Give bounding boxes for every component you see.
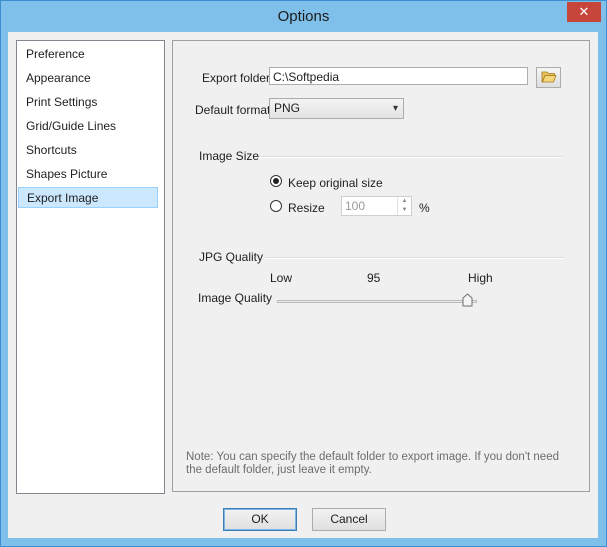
chevron-down-icon: ▾ bbox=[392, 103, 398, 114]
image-size-divider bbox=[259, 156, 563, 158]
keep-original-size-label[interactable]: Keep original size bbox=[288, 176, 383, 190]
image-size-group-label: Image Size bbox=[199, 149, 260, 163]
ok-button[interactable]: OK bbox=[223, 508, 297, 531]
resize-unit-label: % bbox=[419, 201, 430, 215]
title-bar[interactable]: Options ✕ bbox=[1, 1, 606, 31]
default-format-value: PNG bbox=[274, 101, 301, 115]
close-button[interactable]: ✕ bbox=[567, 2, 601, 22]
spin-up-icon: ▲ bbox=[401, 198, 408, 204]
default-format-label: Default format bbox=[195, 103, 271, 117]
jpg-quality-divider bbox=[265, 257, 563, 259]
cancel-button[interactable]: Cancel bbox=[312, 508, 386, 531]
quality-low-label: Low bbox=[270, 271, 293, 285]
export-folder-label: Export folder bbox=[202, 71, 271, 85]
folder-open-icon bbox=[541, 71, 557, 83]
image-quality-label: Image Quality bbox=[198, 291, 273, 305]
sidebar-item-appearance[interactable]: Appearance bbox=[19, 68, 164, 89]
keep-original-size-radio[interactable] bbox=[270, 175, 282, 187]
quality-value-label: 95 bbox=[367, 271, 381, 285]
spinner-arrows[interactable]: ▲ ▼ bbox=[397, 197, 411, 215]
export-folder-input[interactable]: C:\Softpedia bbox=[269, 67, 528, 85]
close-icon: ✕ bbox=[578, 4, 590, 19]
options-window: Options ✕ Preference Appearance Print Se… bbox=[0, 0, 607, 547]
sidebar-item-export-image[interactable]: Export Image bbox=[18, 187, 158, 208]
sidebar-item-print-settings[interactable]: Print Settings bbox=[19, 92, 164, 113]
image-quality-slider-thumb[interactable] bbox=[462, 293, 473, 307]
sidebar-item-grid-guide-lines[interactable]: Grid/Guide Lines bbox=[19, 116, 164, 137]
window-title: Options bbox=[277, 8, 330, 25]
quality-high-label: High bbox=[468, 271, 493, 285]
sidebar-item-shapes-picture[interactable]: Shapes Picture bbox=[19, 164, 164, 185]
resize-value: 100 bbox=[345, 199, 366, 213]
export-folder-note: Note: You can specify the default folder… bbox=[186, 451, 559, 476]
resize-radio[interactable] bbox=[270, 200, 282, 212]
options-category-list: Preference Appearance Print Settings Gri… bbox=[16, 40, 165, 494]
resize-value-spinner[interactable]: 100 ▲ ▼ bbox=[341, 196, 412, 216]
jpg-quality-group-label: JPG Quality bbox=[199, 250, 264, 264]
resize-label[interactable]: Resize bbox=[288, 201, 325, 215]
default-format-select[interactable]: PNG ▾ bbox=[269, 98, 404, 119]
radio-selected-dot bbox=[273, 178, 279, 184]
sidebar-item-shortcuts[interactable]: Shortcuts bbox=[19, 140, 164, 161]
sidebar-item-preference[interactable]: Preference bbox=[19, 44, 164, 65]
export-image-panel: Export folder C:\Softpedia Default forma… bbox=[172, 40, 590, 492]
spin-down-icon: ▼ bbox=[401, 207, 408, 213]
image-quality-slider-track[interactable] bbox=[277, 300, 477, 303]
browse-folder-button[interactable] bbox=[536, 67, 561, 88]
dialog-client: Preference Appearance Print Settings Gri… bbox=[8, 32, 598, 538]
